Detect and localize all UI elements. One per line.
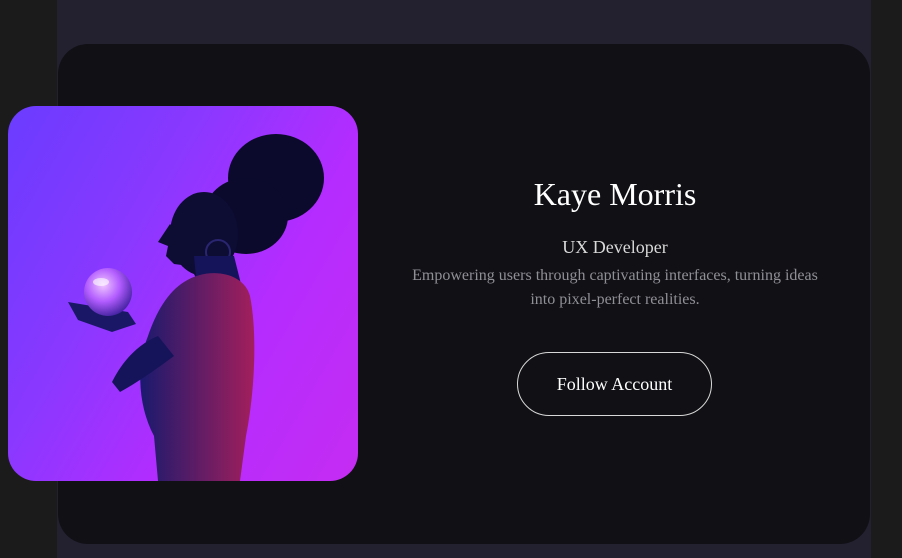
profile-role: UX Developer: [562, 237, 668, 257]
profile-name: Kaye Morris: [533, 176, 697, 212]
profile-photo: [8, 106, 358, 481]
profile-photo-illustration: [68, 134, 324, 481]
profile-bio: Empowering users through captivating int…: [412, 267, 818, 308]
follow-account-button[interactable]: Follow Account: [517, 352, 712, 416]
profile-content: Kaye Morris UX Developer Empowering user…: [400, 44, 830, 544]
